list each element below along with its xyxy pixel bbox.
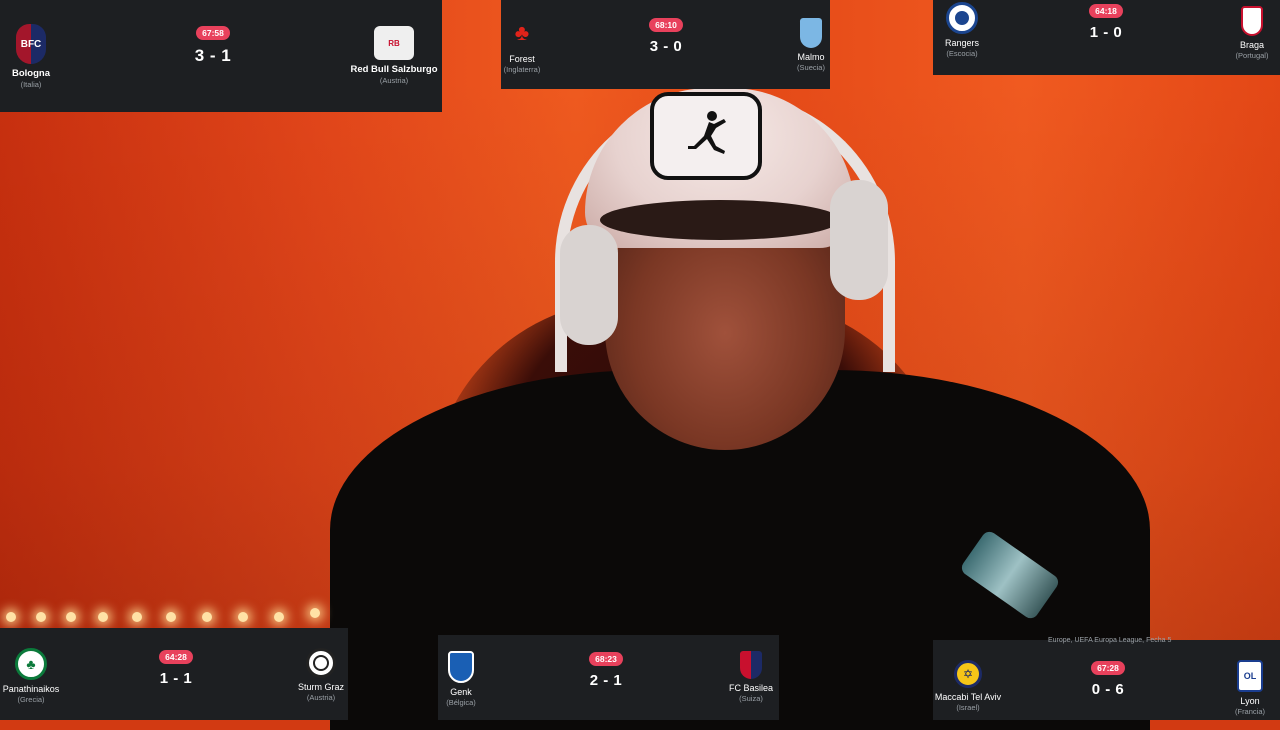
match-center: 64:18 1 - 0	[1081, 4, 1131, 41]
string-lights	[0, 608, 340, 624]
away-team-country: (Suiza)	[739, 694, 763, 703]
match-score: 3 - 1	[194, 46, 232, 65]
earcup-left	[560, 225, 618, 345]
home-team-country: (Grecia)	[17, 695, 45, 704]
home-team-name: Bologna	[12, 68, 50, 79]
home-team: ♣ Panathinaikos (Grecia)	[2, 648, 60, 704]
lyon-crest-icon: OL	[1237, 660, 1263, 692]
match-score: 0 - 6	[1091, 681, 1125, 698]
home-team: Rangers (Escocia)	[939, 2, 985, 58]
cap-brim	[600, 200, 840, 240]
away-team-name: Lyon	[1240, 696, 1260, 706]
maccabi-crest-icon: ✡	[954, 660, 982, 688]
away-team-country: (Portugal)	[1235, 51, 1269, 60]
sturm-graz-crest-icon	[306, 648, 336, 678]
match-widget-genk-basilea: Genk (Bélgica) 68:23 2 - 1 FC Basilea (S…	[438, 635, 779, 720]
match-widget-forest-malmo: ♣ Forest (Inglaterra) 68:10 3 - 0 Malmo …	[501, 0, 830, 89]
away-team-name: Malmo	[797, 52, 825, 62]
away-team-country: (Austria)	[379, 76, 409, 85]
away-team: RB Red Bull Salzburgo (Austria)	[348, 26, 440, 85]
match-score: 1 - 1	[159, 670, 193, 687]
home-team-name: Panathinaikos	[2, 684, 60, 694]
home-team-country: (Escocia)	[946, 49, 978, 58]
away-team: Malmo (Suecia)	[791, 16, 831, 72]
match-score: 1 - 0	[1089, 24, 1123, 41]
away-team: Sturm Graz (Austria)	[298, 648, 344, 702]
match-center: 64:28 1 - 1	[151, 650, 201, 687]
away-team-name: Sturm Graz	[298, 682, 345, 692]
match-center: 67:28 0 - 6	[1083, 661, 1133, 698]
home-team: ♣ Forest (Inglaterra)	[501, 16, 543, 74]
bologna-crest-icon: BFC	[16, 24, 46, 64]
match-widget-bologna-salzburg: BFC Bologna (Italia) 67:58 3 - 1 RB Red …	[0, 0, 442, 112]
match-center: 68:10 3 - 0	[641, 18, 691, 55]
malmo-crest-icon	[800, 18, 822, 48]
home-team: Genk (Bélgica)	[440, 651, 482, 707]
match-score: 2 - 1	[589, 672, 623, 689]
braga-crest-icon	[1241, 6, 1263, 36]
competition-caption: Europe, UEFA Europa League, Fecha 5	[1048, 637, 1172, 644]
home-team-name: Rangers	[944, 38, 980, 48]
match-score: 3 - 0	[649, 38, 683, 55]
match-time-badge: 68:23	[589, 652, 623, 666]
away-team-country: (Francia)	[1234, 707, 1265, 716]
home-team-country: (Italia)	[20, 80, 42, 89]
home-team: BFC Bologna (Italia)	[8, 24, 54, 89]
match-center: 67:58 3 - 1	[188, 26, 238, 66]
red-bull-crest-icon: RB	[374, 26, 414, 60]
home-team-country: (Bélgica)	[446, 698, 476, 707]
match-time-badge: 67:28	[1091, 661, 1125, 675]
match-time-badge: 64:28	[159, 650, 193, 664]
away-team-country: (Austria)	[306, 693, 336, 702]
home-team: ✡ Maccabi Tel Aviv (Israel)	[934, 660, 1002, 712]
home-team-name: Genk	[450, 687, 472, 697]
home-team-name: Forest	[509, 54, 535, 64]
jumpman-logo-icon	[650, 92, 762, 180]
away-team-country: (Suecia)	[797, 63, 825, 72]
rangers-crest-icon	[946, 2, 978, 34]
match-time-badge: 67:58	[196, 26, 230, 40]
away-team: OL Lyon (Francia)	[1229, 660, 1271, 716]
away-team-name: FC Basilea	[728, 683, 773, 693]
match-time-badge: 64:18	[1089, 4, 1123, 18]
away-team: Braga (Portugal)	[1231, 2, 1273, 60]
earcup-right	[830, 180, 888, 300]
match-time-badge: 68:10	[649, 18, 683, 32]
away-team-name: Braga	[1239, 40, 1265, 50]
forest-crest-icon: ♣	[514, 20, 530, 45]
genk-crest-icon	[448, 651, 474, 683]
match-widget-maccabi-lyon: Europe, UEFA Europa League, Fecha 5 ✡ Ma…	[933, 637, 1280, 720]
home-team-name: Maccabi Tel Aviv	[934, 692, 1002, 702]
panathinaikos-crest-icon: ♣	[15, 648, 47, 680]
match-center: 68:23 2 - 1	[581, 652, 631, 689]
basilea-crest-icon	[740, 651, 762, 679]
home-team-country: (Israel)	[956, 703, 980, 712]
match-widget-rangers-braga: Rangers (Escocia) 64:18 1 - 0 Braga (Por…	[933, 0, 1280, 75]
match-widget-panathinaikos-sturm: ♣ Panathinaikos (Grecia) 64:28 1 - 1 Stu…	[0, 628, 348, 720]
away-team-name: Red Bull Salzburgo	[350, 64, 438, 75]
away-team: FC Basilea (Suiza)	[728, 651, 774, 703]
home-team-country: (Inglaterra)	[503, 65, 541, 74]
